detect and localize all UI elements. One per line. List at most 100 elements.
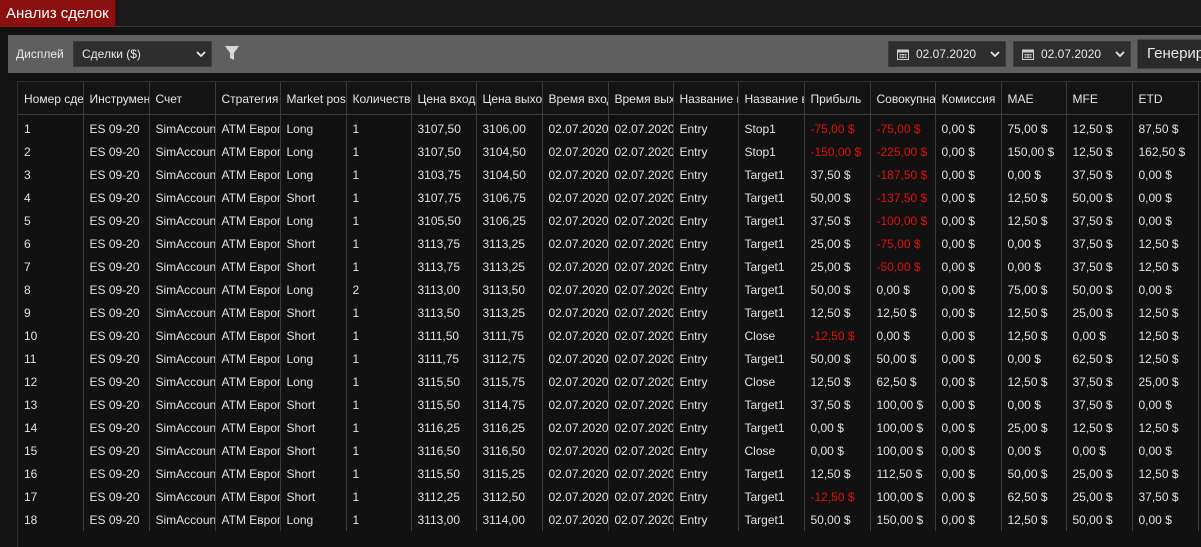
- table-cell: 02.07.2020: [542, 416, 609, 439]
- table-cell: 162,50 $: [1132, 140, 1199, 163]
- table-cell: Entry: [673, 416, 739, 439]
- toolbar: Дисплей Сделки ($) 02.07.2020 02.07.2020…: [8, 35, 1201, 73]
- table-cell: SimAccount: [149, 255, 216, 278]
- table-cell: 6: [18, 232, 84, 255]
- table-cell: 37,50 $: [804, 163, 871, 186]
- display-select[interactable]: Сделки ($): [73, 41, 212, 67]
- table-cell: 0,00 $: [935, 485, 1002, 508]
- table-cell: Target1: [738, 255, 805, 278]
- table-cell: ATM Европа: [215, 114, 281, 140]
- table-cell: ES 09-20: [83, 439, 150, 462]
- table-row[interactable]: 6ES 09-20SimAccountATM ЕвропаShort13113,…: [18, 232, 1199, 255]
- table-cell: 0,00 $: [935, 462, 1002, 485]
- table-cell: Short: [280, 186, 347, 209]
- column-header[interactable]: Совокупная прибыль: [870, 82, 936, 115]
- table-cell: 02.07.2020: [608, 324, 674, 347]
- table-cell: 3105,50: [411, 209, 477, 232]
- table-cell: Long: [280, 163, 347, 186]
- filter-icon[interactable]: [224, 44, 240, 62]
- column-header[interactable]: Комиссия: [935, 82, 1002, 115]
- window-title-tab[interactable]: Анализ сделок: [0, 0, 116, 27]
- table-cell: 0,00 $: [935, 114, 1002, 140]
- table-cell: ES 09-20: [83, 462, 150, 485]
- column-header[interactable]: Название выхода: [738, 82, 805, 115]
- table-row[interactable]: 11ES 09-20SimAccountATM ЕвропаLong13111,…: [18, 347, 1199, 370]
- table-cell: 3116,25: [476, 416, 543, 439]
- column-header[interactable]: Цена выхода: [476, 82, 543, 115]
- table-row[interactable]: 2ES 09-20SimAccountATM ЕвропаLong13107,5…: [18, 140, 1199, 163]
- table-cell: -225,00 $: [870, 140, 936, 163]
- column-header[interactable]: Время выхода: [608, 82, 674, 115]
- column-header[interactable]: Инструмент: [83, 82, 150, 115]
- table-cell: 4: [18, 186, 84, 209]
- table-row[interactable]: 3ES 09-20SimAccountATM ЕвропаLong13103,7…: [18, 163, 1199, 186]
- table-cell: 37,50 $: [1066, 393, 1133, 416]
- table-row[interactable]: 14ES 09-20SimAccountATM ЕвропаShort13116…: [18, 416, 1199, 439]
- table-cell: 3112,50: [476, 485, 543, 508]
- column-header[interactable]: Цена входа: [411, 82, 477, 115]
- table-cell: 0,00 $: [935, 324, 1002, 347]
- table-row[interactable]: 4ES 09-20SimAccountATM ЕвропаShort13107,…: [18, 186, 1199, 209]
- table-cell: 3103,75: [411, 163, 477, 186]
- table-cell: 12,50 $: [870, 301, 936, 324]
- table-cell: Target1: [738, 416, 805, 439]
- table-row[interactable]: 18ES 09-20SimAccountATM ЕвропаLong13113,…: [18, 508, 1199, 531]
- table-row[interactable]: 10ES 09-20SimAccountATM ЕвропаShort13111…: [18, 324, 1199, 347]
- table-row[interactable]: 15ES 09-20SimAccountATM ЕвропаShort13116…: [18, 439, 1199, 462]
- table-cell: 3115,50: [411, 393, 477, 416]
- table-row[interactable]: 5ES 09-20SimAccountATM ЕвропаLong13105,5…: [18, 209, 1199, 232]
- table-cell: 3113,50: [411, 301, 477, 324]
- table-cell: 14: [18, 416, 84, 439]
- table-cell: ATM Европа: [215, 278, 281, 301]
- date-to-picker[interactable]: 02.07.2020: [1013, 41, 1131, 67]
- date-from-picker[interactable]: 02.07.2020: [888, 41, 1006, 67]
- table-row[interactable]: 12ES 09-20SimAccountATM ЕвропаLong13115,…: [18, 370, 1199, 393]
- table-row[interactable]: 7ES 09-20SimAccountATM ЕвропаShort13113,…: [18, 255, 1199, 278]
- column-header[interactable]: Название входа: [673, 82, 739, 115]
- column-header[interactable]: MAE: [1001, 82, 1067, 115]
- table-cell: 0,00 $: [804, 416, 871, 439]
- table-cell: 0,00 $: [1132, 209, 1199, 232]
- table-row[interactable]: 1ES 09-20SimAccountATM ЕвропаLong13107,5…: [18, 114, 1199, 140]
- table-cell: SimAccount: [149, 370, 216, 393]
- table-cell: 3107,50: [411, 114, 477, 140]
- table-cell: Long: [280, 508, 347, 531]
- table-cell: 37,50 $: [1132, 485, 1199, 508]
- table-row[interactable]: 8ES 09-20SimAccountATM ЕвропаLong23113,0…: [18, 278, 1199, 301]
- table-cell: Entry: [673, 232, 739, 255]
- table-cell: ES 09-20: [83, 140, 150, 163]
- table-cell: ES 09-20: [83, 163, 150, 186]
- table-cell: 3113,00: [411, 278, 477, 301]
- table-row[interactable]: 9ES 09-20SimAccountATM ЕвропаShort13113,…: [18, 301, 1199, 324]
- table-cell: 02.07.2020: [608, 163, 674, 186]
- column-header[interactable]: Прибыль: [804, 82, 871, 115]
- table-cell: ATM Европа: [215, 301, 281, 324]
- table-cell: 13: [18, 393, 84, 416]
- table-row[interactable]: 16ES 09-20SimAccountATM ЕвропаShort13115…: [18, 462, 1199, 485]
- table-cell: 25,00 $: [1066, 485, 1133, 508]
- column-header[interactable]: Время входа: [542, 82, 609, 115]
- table-cell: -12,50 $: [804, 485, 871, 508]
- column-header[interactable]: ETD: [1132, 82, 1199, 115]
- table-cell: SimAccount: [149, 232, 216, 255]
- table-cell: 02.07.2020: [542, 114, 609, 140]
- column-header[interactable]: Стратегия: [215, 82, 281, 115]
- date-to-value: 02.07.2020: [1041, 47, 1102, 61]
- generate-button[interactable]: Генерировать: [1137, 39, 1201, 69]
- column-header[interactable]: Счет: [149, 82, 216, 115]
- table-cell: 0,00 $: [804, 439, 871, 462]
- column-header[interactable]: Номер сделки: [18, 82, 84, 115]
- table-cell: 12,50 $: [1001, 370, 1067, 393]
- table-cell: 3115,25: [476, 462, 543, 485]
- table-cell: 25,00 $: [804, 255, 871, 278]
- table-cell: 50,00 $: [870, 347, 936, 370]
- column-header[interactable]: Market position: [280, 82, 347, 115]
- table-row[interactable]: 13ES 09-20SimAccountATM ЕвропаShort13115…: [18, 393, 1199, 416]
- table-cell: 3112,25: [411, 485, 477, 508]
- column-header[interactable]: MFE: [1066, 82, 1133, 115]
- table-cell: 3113,25: [476, 232, 543, 255]
- column-header[interactable]: Количество: [346, 82, 412, 115]
- table-cell: ES 09-20: [83, 370, 150, 393]
- table-row[interactable]: 17ES 09-20SimAccountATM ЕвропаShort13112…: [18, 485, 1199, 508]
- table-cell: 02.07.2020: [608, 140, 674, 163]
